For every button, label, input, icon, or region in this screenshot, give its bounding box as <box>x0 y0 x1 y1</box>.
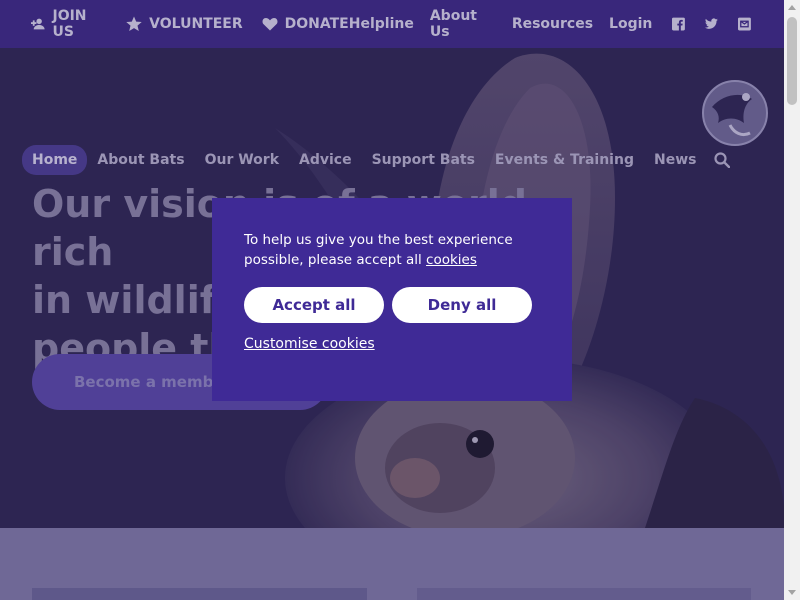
cookie-message: To help us give you the best experience … <box>244 230 544 270</box>
top-bar-right: Helpline About Us Resources Login <box>349 8 751 40</box>
email-icon[interactable] <box>738 17 751 31</box>
nav-item-about-bats[interactable]: About Bats <box>87 145 194 175</box>
become-member-label: Become a member <box>74 373 231 391</box>
scroll-up-arrow-icon[interactable] <box>788 5 796 10</box>
scrollbar-thumb[interactable] <box>787 17 797 105</box>
nav-item-home[interactable]: Home <box>22 145 88 175</box>
top-bar-left: JOIN US VOLUNTEER DONATE <box>31 8 349 40</box>
content-card[interactable] <box>417 588 751 600</box>
bat-conservation-logo[interactable] <box>700 77 770 149</box>
facebook-icon[interactable] <box>672 17 686 31</box>
twitter-icon[interactable] <box>705 17 719 31</box>
volunteer-label: VOLUNTEER <box>149 16 243 32</box>
star-icon <box>126 16 142 31</box>
nav-item-support-bats[interactable]: Support Bats <box>362 145 485 175</box>
nav-item-news[interactable]: News <box>644 145 706 175</box>
cookies-link[interactable]: cookies <box>426 252 477 268</box>
join-us-label: JOIN US <box>52 8 87 40</box>
join-us-link[interactable]: JOIN US <box>31 8 107 40</box>
resources-link[interactable]: Resources <box>512 16 593 32</box>
volunteer-link[interactable]: VOLUNTEER <box>126 16 243 32</box>
content-card[interactable] <box>32 588 367 600</box>
nav-item-our-work[interactable]: Our Work <box>195 145 289 175</box>
donate-label: DONATE <box>284 16 349 32</box>
customise-cookies-link[interactable]: Customise cookies <box>244 336 375 352</box>
add-person-icon <box>31 18 45 30</box>
about-us-link[interactable]: About Us <box>430 8 496 40</box>
helpline-link[interactable]: Helpline <box>349 16 414 32</box>
accept-all-button[interactable]: Accept all <box>244 287 384 323</box>
scroll-down-arrow-icon[interactable] <box>788 590 796 595</box>
search-icon[interactable] <box>714 152 731 168</box>
nav-item-advice[interactable]: Advice <box>289 145 362 175</box>
nav-item-events-training[interactable]: Events & Training <box>485 145 644 175</box>
top-bar: JOIN US VOLUNTEER DONATE Helpline About … <box>0 0 784 48</box>
donate-link[interactable]: DONATE <box>262 16 349 32</box>
cookie-consent-dialog: To help us give you the best experience … <box>212 198 572 401</box>
heart-icon <box>262 18 278 31</box>
cookie-buttons: Accept all Deny all <box>244 287 540 323</box>
deny-all-button[interactable]: Deny all <box>392 287 532 323</box>
main-nav: Home About Bats Our Work Advice Support … <box>22 145 731 175</box>
login-link[interactable]: Login <box>609 16 652 32</box>
vertical-scrollbar[interactable] <box>784 0 800 600</box>
